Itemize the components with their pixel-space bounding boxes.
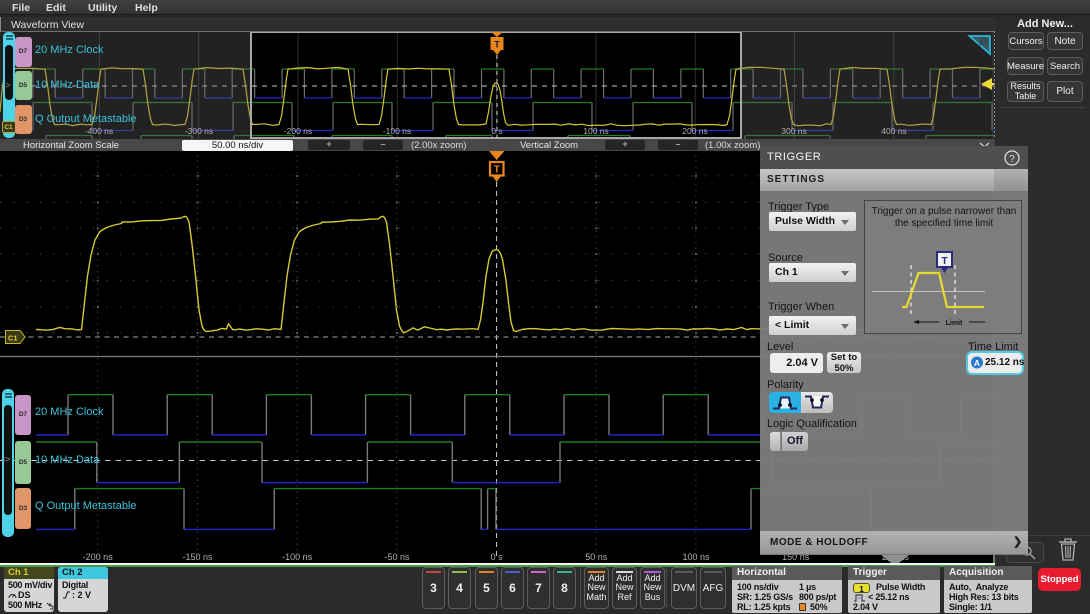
svg-text:50 ns: 50 ns [585, 552, 608, 562]
svg-text:0 s: 0 s [491, 552, 504, 562]
svg-text:-200 ns: -200 ns [83, 552, 114, 562]
svg-text:100 ns: 100 ns [682, 552, 710, 562]
svg-text:-100 ns: -100 ns [282, 552, 313, 562]
svg-text:C1: C1 [8, 334, 18, 343]
svg-text:?: ? [1009, 154, 1015, 165]
svg-text:A: A [974, 358, 980, 368]
svg-text:-50 ns: -50 ns [384, 552, 410, 562]
svg-text:T: T [941, 256, 947, 267]
svg-text:Limit: Limit [946, 320, 963, 327]
svg-text:T: T [494, 40, 500, 50]
svg-text:T: T [494, 165, 500, 176]
svg-text:-150 ns: -150 ns [182, 552, 213, 562]
